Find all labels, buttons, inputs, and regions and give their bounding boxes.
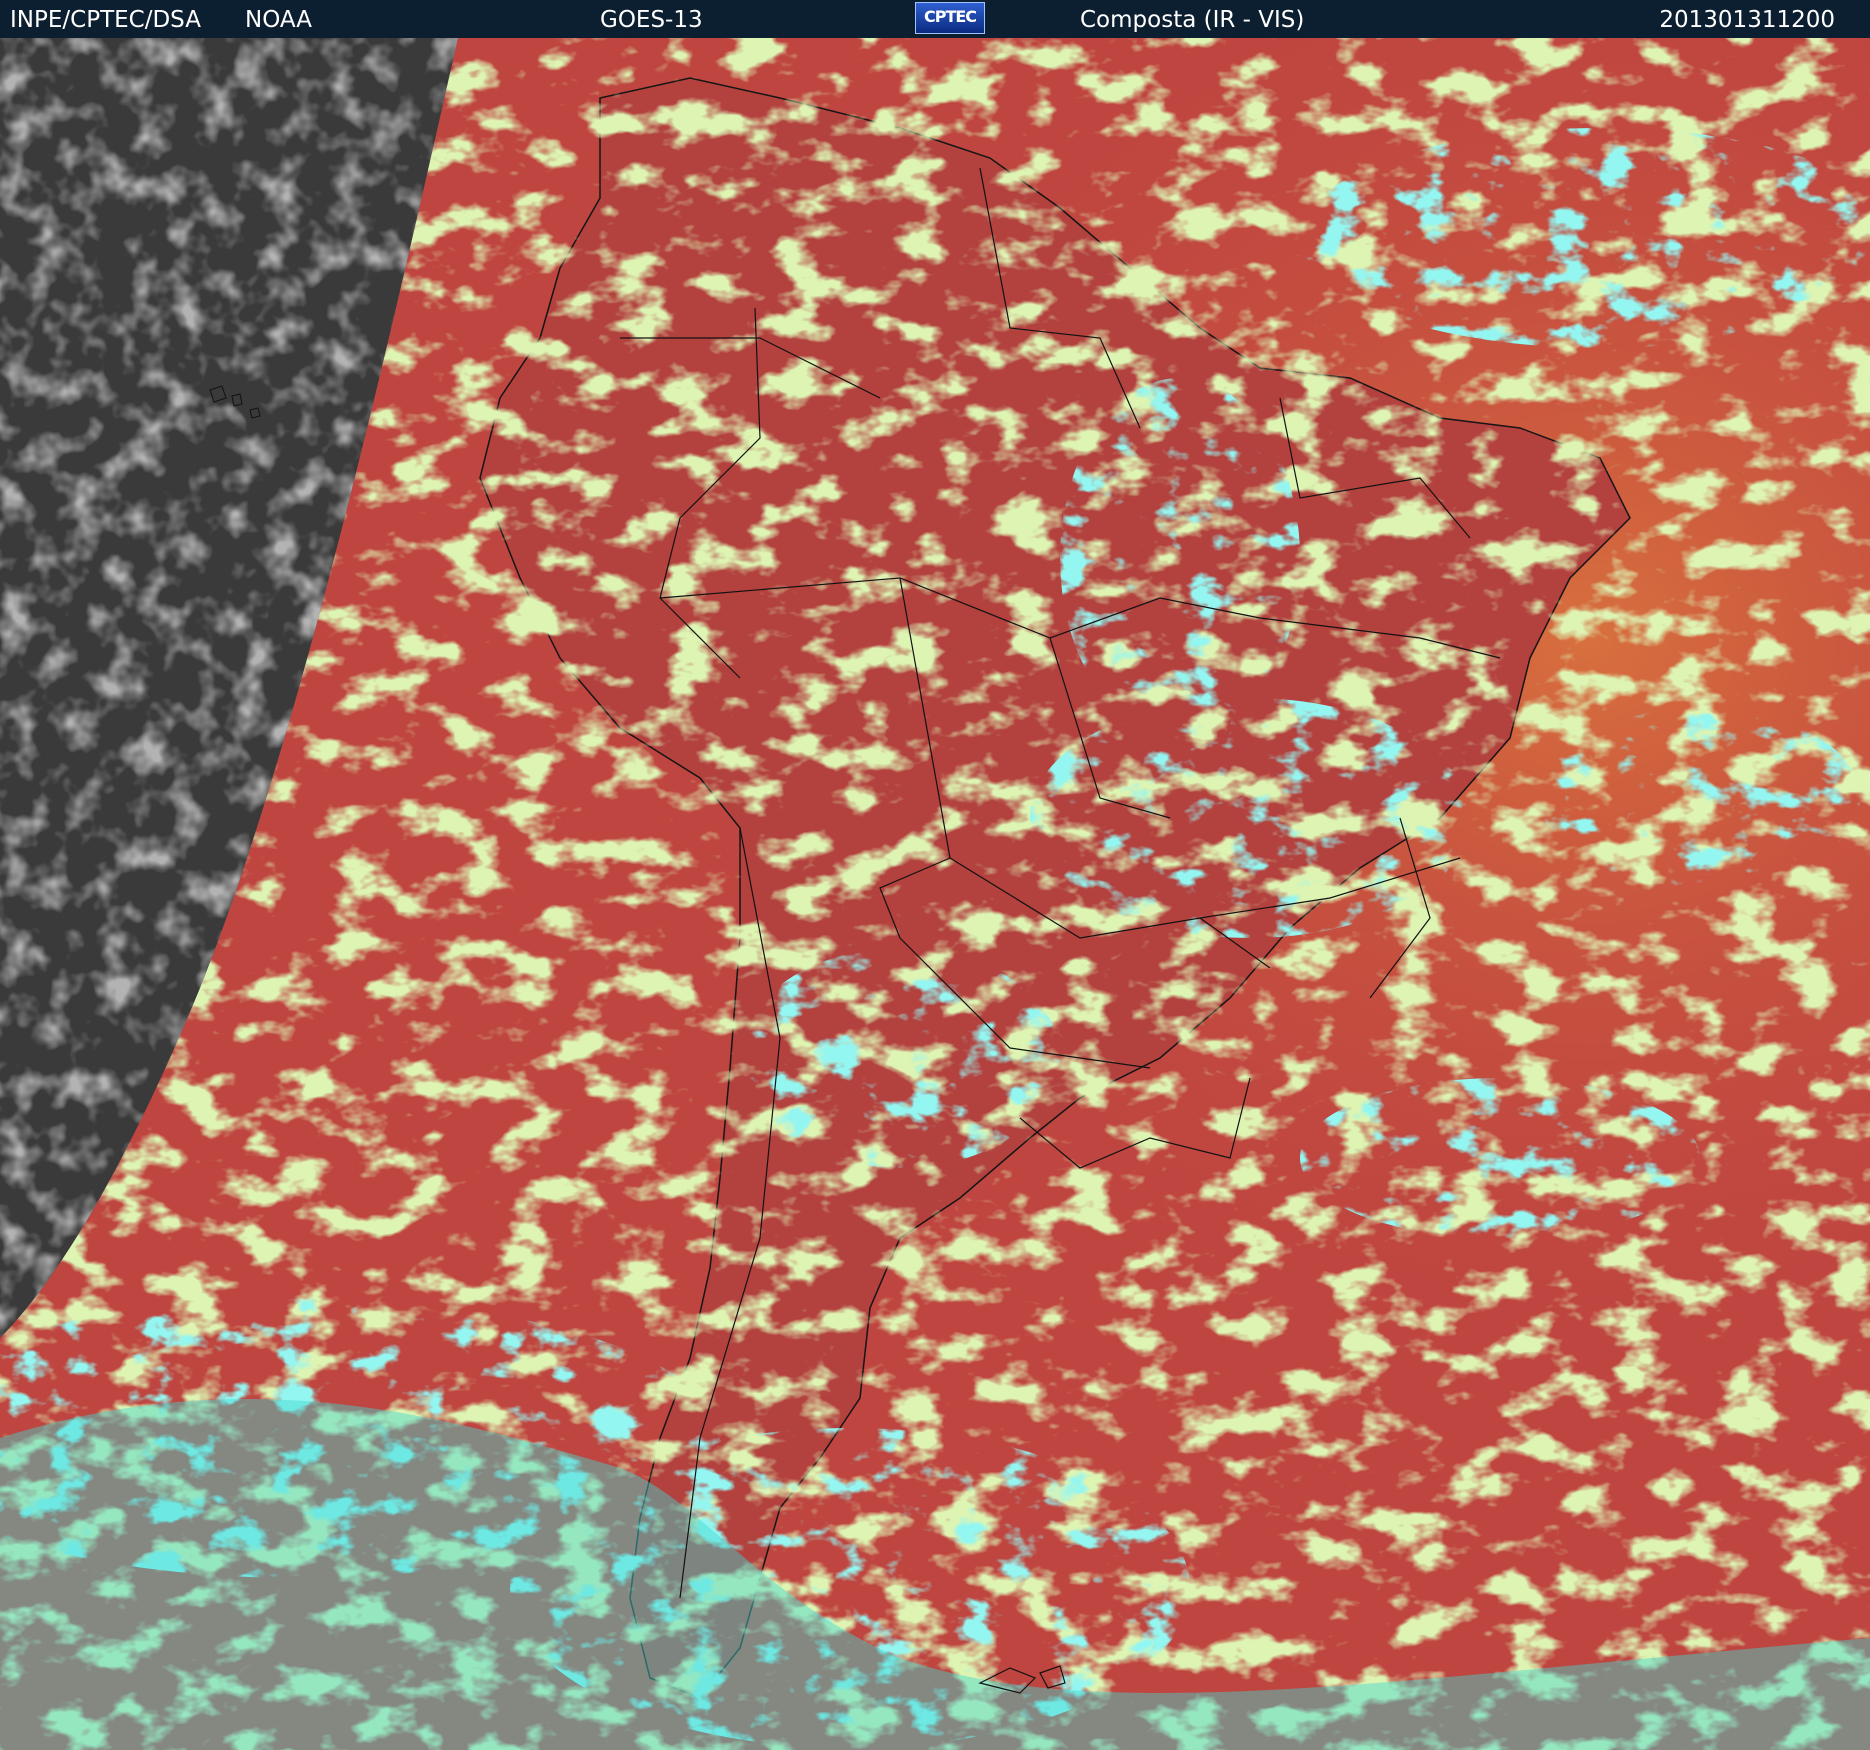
product-label: Composta (IR - VIS) <box>1080 7 1305 33</box>
satellite-label: GOES-13 <box>600 7 703 33</box>
cptec-logo: CPTEC <box>915 2 985 34</box>
image-header-bar: INPE/CPTEC/DSA NOAA GOES-13 CPTEC Compos… <box>0 0 1870 38</box>
satellite-composite-image <box>0 38 1870 1750</box>
satellite-viewer: INPE/CPTEC/DSA NOAA GOES-13 CPTEC Compos… <box>0 0 1870 1750</box>
organization-label: INPE/CPTEC/DSA <box>10 7 201 33</box>
timestamp-label: 201301311200 <box>1659 7 1835 33</box>
agency-label: NOAA <box>245 7 313 33</box>
cptec-logo-text: CPTEC <box>923 7 977 26</box>
